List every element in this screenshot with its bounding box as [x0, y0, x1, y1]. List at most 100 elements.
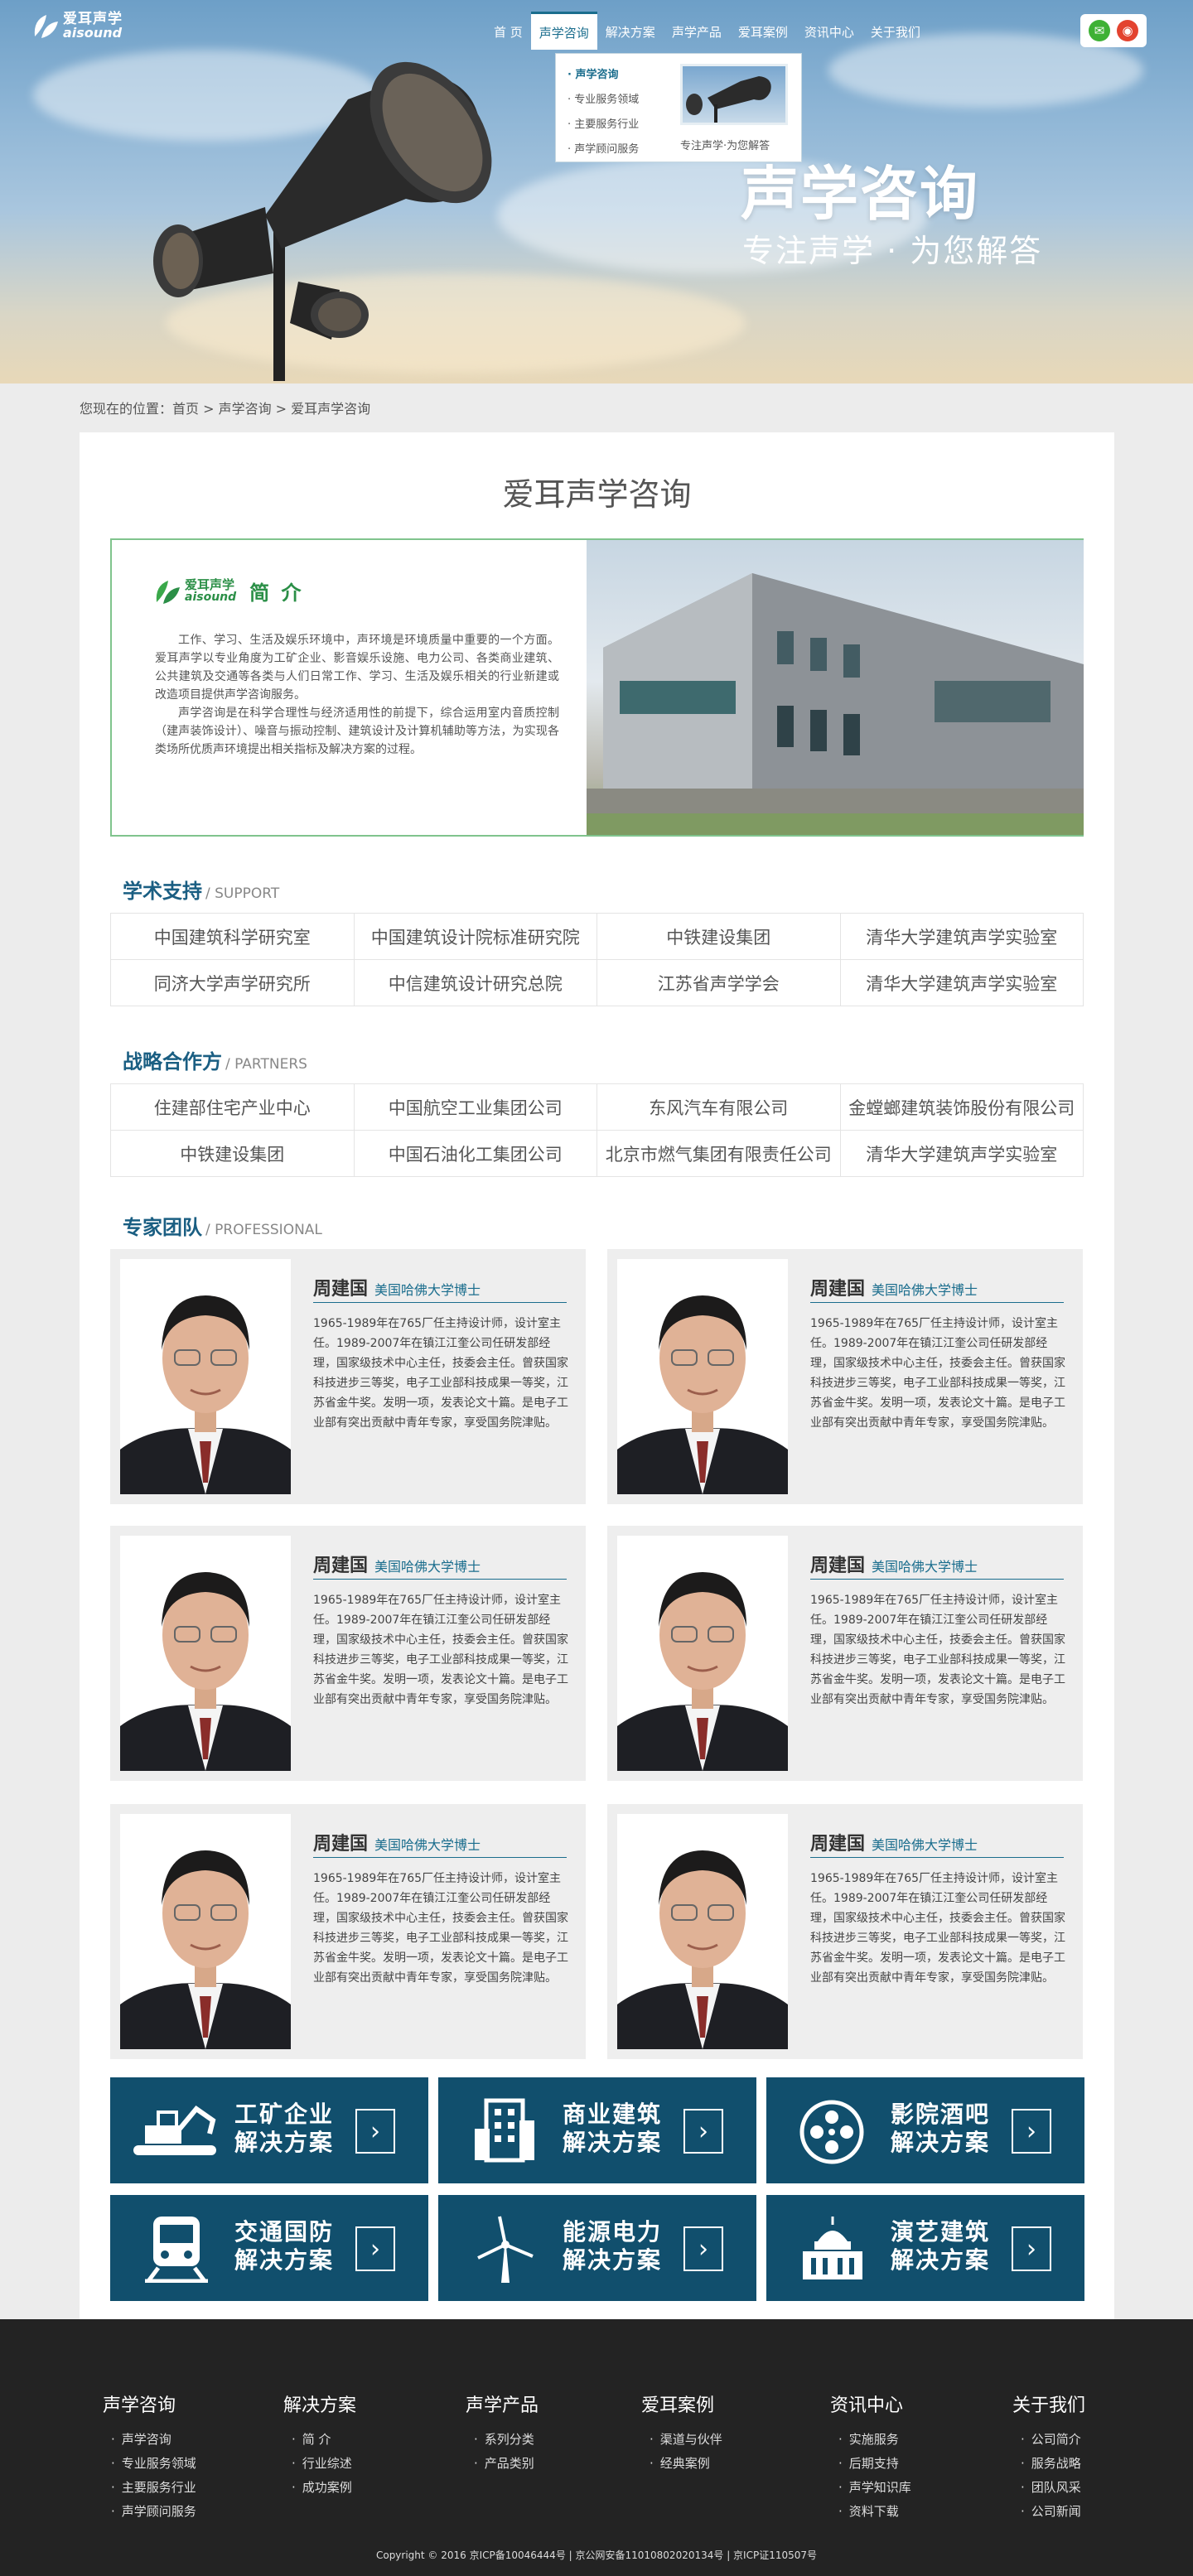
partner-cell[interactable]: 清华大学建筑声学实验室 — [839, 1130, 1084, 1177]
footer-link[interactable]: 专业服务领域 — [111, 2454, 196, 2472]
social-links: ✉ ◉ — [1080, 14, 1147, 47]
arrow-right-icon[interactable]: › — [355, 2109, 395, 2154]
expert-title: 美国哈佛大学博士 — [374, 1282, 481, 1298]
divider — [810, 1579, 1064, 1580]
footer-link[interactable]: 公司新闻 — [1021, 2502, 1085, 2520]
solution-tile[interactable]: 演艺建筑 解决方案 › — [766, 2195, 1084, 2301]
footer-heading[interactable]: 爱耳案例 — [641, 2390, 722, 2417]
partner-cell[interactable]: 中国航空工业集团公司 — [353, 1083, 597, 1131]
footer-link[interactable]: 产品类别 — [474, 2454, 539, 2472]
partner-cell[interactable]: 住建部住宅产业中心 — [110, 1083, 355, 1131]
dropdown-item[interactable]: · 声学顾问服务 — [568, 140, 683, 156]
arrow-right-icon[interactable]: › — [1012, 2109, 1051, 2154]
footer-column: 声学咨询声学咨询专业服务领域主要服务行业声学顾问服务 — [103, 2390, 196, 2526]
support-cell[interactable]: 清华大学建筑声学实验室 — [839, 913, 1084, 960]
nav-solutions[interactable]: 解决方案 — [597, 12, 664, 50]
arrow-right-icon[interactable]: › — [683, 2109, 723, 2154]
footer-link[interactable]: 资料下载 — [838, 2502, 911, 2520]
footer-link[interactable]: 后期支持 — [838, 2454, 911, 2472]
dropdown-thumbnail[interactable] — [680, 64, 788, 125]
support-cell[interactable]: 清华大学建筑声学实验室 — [839, 959, 1084, 1006]
partner-cell[interactable]: 中铁建设集团 — [110, 1130, 355, 1177]
logo-text-cn: 爱耳声学 — [63, 10, 123, 27]
hero-subtitle: 专注声学 · 为您解答 — [742, 233, 1043, 269]
footer-link[interactable]: 服务战略 — [1021, 2454, 1085, 2472]
expert-desc: 1965-1989年在765厂任主持设计师，设计室主任。1989-2007年在镇… — [810, 1872, 1065, 1985]
arrow-right-icon[interactable]: › — [1012, 2226, 1051, 2271]
theater-icon — [803, 2217, 862, 2279]
footer-link[interactable]: 声学顾问服务 — [111, 2502, 196, 2520]
footer-link[interactable]: 行业综述 — [292, 2454, 356, 2472]
footer-heading[interactable]: 声学产品 — [466, 2390, 539, 2417]
footer-link[interactable]: 经典案例 — [650, 2454, 722, 2472]
footer-link[interactable]: 团队风采 — [1021, 2478, 1085, 2496]
dropdown-item[interactable]: · 主要服务行业 — [568, 115, 683, 131]
nav-news[interactable]: 资讯中心 — [796, 12, 862, 50]
footer-link[interactable]: 公司简介 — [1021, 2430, 1085, 2448]
dropdown-item[interactable]: · 声学咨询 — [568, 65, 683, 81]
wechat-icon[interactable]: ✉ — [1089, 20, 1110, 41]
solution-tile[interactable]: 影院酒吧 解决方案 › — [766, 2077, 1084, 2183]
arrow-right-icon[interactable]: › — [355, 2226, 395, 2271]
section-heading-partners: 战略合作方 / PARTNERS — [123, 1050, 307, 1073]
expert-title: 美国哈佛大学博士 — [374, 1559, 481, 1575]
support-cell[interactable]: 中国建筑设计院标准研究院 — [353, 913, 597, 960]
main-nav: 首 页 声学咨询 解决方案 声学产品 爱耳案例 资讯中心 关于我们 — [485, 12, 929, 50]
weibo-icon[interactable]: ◉ — [1117, 20, 1138, 41]
expert-card[interactable]: 周建国 美国哈佛大学博士 1965-1989年在765厂任主持设计师，设计室主任。1… — [110, 1249, 586, 1504]
partner-cell[interactable]: 金螳螂建筑装饰股份有限公司 — [839, 1083, 1084, 1131]
expert-photo — [617, 1814, 788, 2049]
building-icon — [475, 2098, 534, 2163]
leaf-logo-icon — [156, 580, 180, 604]
arrow-right-icon[interactable]: › — [683, 2226, 723, 2271]
expert-card[interactable]: 周建国 美国哈佛大学博士 1965-1989年在765厂任主持设计师，设计室主任。1… — [607, 1804, 1083, 2059]
support-cell[interactable]: 中国建筑科学研究室 — [110, 913, 355, 960]
solution-label: 演艺建筑 解决方案 — [891, 2218, 991, 2274]
dropdown-item[interactable]: · 专业服务领域 — [568, 90, 683, 106]
nav-acoustic-consulting[interactable]: 声学咨询 — [530, 12, 597, 50]
footer-link[interactable]: 简 介 — [292, 2430, 356, 2448]
expert-title: 美国哈佛大学博士 — [872, 1282, 978, 1298]
nav-home[interactable]: 首 页 — [485, 12, 531, 50]
site-logo[interactable]: 爱耳声学 aisound — [33, 12, 123, 40]
intro-logo-cn: 爱耳声学 — [185, 577, 235, 592]
support-cell[interactable]: 中信建筑设计研究总院 — [353, 959, 597, 1006]
divider — [810, 1302, 1064, 1303]
expert-desc: 1965-1989年在765厂任主持设计师，设计室主任。1989-2007年在镇… — [313, 1594, 568, 1706]
footer-link[interactable]: 渠道与伙伴 — [650, 2430, 722, 2448]
footer-link[interactable]: 实施服务 — [838, 2430, 911, 2448]
partner-cell[interactable]: 北京市燃气集团有限责任公司 — [596, 1130, 841, 1177]
support-cell[interactable]: 中铁建设集团 — [596, 913, 841, 960]
hero-banner: 爱耳声学 aisound 首 页 声学咨询 解决方案 声学产品 爱耳案例 资讯中… — [0, 0, 1193, 384]
section-heading-support: 学术支持 / SUPPORT — [123, 880, 280, 903]
footer-link[interactable]: 系列分类 — [474, 2430, 539, 2448]
footer-link[interactable]: 成功案例 — [292, 2478, 356, 2496]
support-cell[interactable]: 同济大学声学研究所 — [110, 959, 355, 1006]
nav-about[interactable]: 关于我们 — [862, 12, 929, 50]
footer-heading[interactable]: 资讯中心 — [830, 2390, 911, 2417]
expert-card[interactable]: 周建国 美国哈佛大学博士 1965-1989年在765厂任主持设计师，设计室主任。1… — [607, 1249, 1083, 1504]
support-cell[interactable]: 江苏省声学学会 — [596, 959, 841, 1006]
footer-column: 声学产品系列分类产品类别 — [466, 2390, 539, 2478]
solution-tile[interactable]: 商业建筑 解决方案 › — [438, 2077, 756, 2183]
footer-column: 爱耳案例渠道与伙伴经典案例 — [641, 2390, 722, 2478]
footer-heading[interactable]: 声学咨询 — [103, 2390, 196, 2417]
expert-photo — [617, 1259, 788, 1494]
solution-tile[interactable]: 交通国防 解决方案 › — [110, 2195, 428, 2301]
partner-cell[interactable]: 中国石油化工集团公司 — [353, 1130, 597, 1177]
footer-heading[interactable]: 关于我们 — [1012, 2390, 1085, 2417]
solution-tile[interactable]: 工矿企业 解决方案 › — [110, 2077, 428, 2183]
nav-cases[interactable]: 爱耳案例 — [730, 12, 796, 50]
expert-card[interactable]: 周建国 美国哈佛大学博士 1965-1989年在765厂任主持设计师，设计室主任。1… — [110, 1804, 586, 2059]
nav-products[interactable]: 声学产品 — [664, 12, 730, 50]
expert-card[interactable]: 周建国 美国哈佛大学博士 1965-1989年在765厂任主持设计师，设计室主任。1… — [607, 1526, 1083, 1781]
footer-link[interactable]: 主要服务行业 — [111, 2478, 196, 2496]
solution-tile[interactable]: 能源电力 解决方案 › — [438, 2195, 756, 2301]
solution-label: 工矿企业 解决方案 — [234, 2101, 335, 2156]
footer-heading[interactable]: 解决方案 — [283, 2390, 356, 2417]
expert-card[interactable]: 周建国 美国哈佛大学博士 1965-1989年在765厂任主持设计师，设计室主任。1… — [110, 1526, 586, 1781]
partner-cell[interactable]: 东风汽车有限公司 — [596, 1083, 841, 1131]
footer-link[interactable]: 声学咨询 — [111, 2430, 196, 2448]
expert-title: 美国哈佛大学博士 — [872, 1837, 978, 1853]
footer-link[interactable]: 声学知识库 — [838, 2478, 911, 2496]
